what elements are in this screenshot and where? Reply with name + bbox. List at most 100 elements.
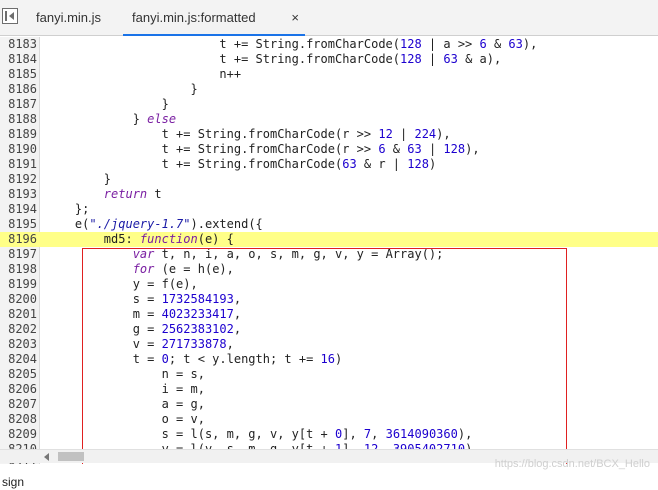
code-token: 63 <box>508 37 523 51</box>
code-token: 128 <box>400 37 422 51</box>
line-code: var t, n, i, a, o, s, m, g, v, y = Array… <box>46 247 444 262</box>
code-line[interactable]: 8188 } else <box>0 112 658 127</box>
line-number[interactable]: 8205 <box>0 367 37 382</box>
code-line[interactable]: 8185 n++ <box>0 67 658 82</box>
code-token: 4023233417 <box>161 307 234 321</box>
code-line[interactable]: 8193 return t <box>0 187 658 202</box>
line-number[interactable]: 8189 <box>0 127 37 142</box>
line-number[interactable]: 8196 <box>0 232 37 247</box>
code-token: } <box>46 172 112 186</box>
code-line[interactable]: 8200 s = 1732584193, <box>0 292 658 307</box>
line-code: } <box>46 97 169 112</box>
code-token: i = m, <box>46 382 205 396</box>
tab-fanyi-min-js[interactable]: fanyi.min.js <box>36 0 101 36</box>
tab-fanyi-min-js-formatted[interactable]: fanyi.min.js:formatted × <box>123 0 305 36</box>
code-line[interactable]: 8189 t += String.fromCharCode(r >> 12 | … <box>0 127 658 142</box>
code-token: t += String.fromCharCode( <box>46 157 343 171</box>
code-line[interactable]: 8209 s = l(s, m, g, v, y[t + 0], 7, 3614… <box>0 427 658 442</box>
code-line[interactable]: 8198 for (e = h(e), <box>0 262 658 277</box>
code-line[interactable]: 8197 var t, n, i, a, o, s, m, g, v, y = … <box>0 247 658 262</box>
code-token: ), <box>522 37 538 51</box>
line-number[interactable]: 8191 <box>0 157 37 172</box>
code-token: & a), <box>457 52 502 66</box>
line-number[interactable]: 8199 <box>0 277 37 292</box>
code-token: 16 <box>320 352 335 366</box>
code-token: | <box>392 127 415 141</box>
code-line[interactable]: 8183 t += String.fromCharCode(128 | a >>… <box>0 37 658 52</box>
scrollbar-thumb[interactable] <box>58 452 84 461</box>
line-number[interactable]: 8188 <box>0 112 37 127</box>
code-token: v = <box>46 337 162 351</box>
line-code: v = 271733878, <box>46 337 234 352</box>
line-number[interactable]: 8202 <box>0 322 37 337</box>
code-line[interactable]: 8195 e("./jquery-1.7").extend({ <box>0 217 658 232</box>
code-line[interactable]: 8207 a = g, <box>0 397 658 412</box>
status-text: sign <box>2 475 25 489</box>
code-line[interactable]: 8206 i = m, <box>0 382 658 397</box>
code-token: & r | <box>356 157 408 171</box>
code-token: 3614090360 <box>385 427 458 441</box>
line-number[interactable]: 8208 <box>0 412 37 427</box>
code-token: } <box>46 97 169 111</box>
line-code: for (e = h(e), <box>46 262 234 277</box>
line-number[interactable]: 8195 <box>0 217 37 232</box>
code-line-highlighted[interactable]: 8196 md5: function(e) { <box>0 232 658 247</box>
code-line[interactable]: 8194 }; <box>0 202 658 217</box>
code-token: 271733878 <box>161 337 227 351</box>
tab-label: fanyi.min.js <box>36 10 102 25</box>
line-number[interactable]: 8203 <box>0 337 37 352</box>
code-line[interactable]: 8191 t += String.fromCharCode(63 & r | 1… <box>0 157 658 172</box>
line-number[interactable]: 8183 <box>0 37 37 52</box>
line-code: g = 2562383102, <box>46 322 241 337</box>
line-number[interactable]: 8190 <box>0 142 37 157</box>
code-line[interactable]: 8199 y = f(e), <box>0 277 658 292</box>
scroll-left-icon[interactable] <box>44 453 49 461</box>
line-number[interactable]: 8184 <box>0 52 37 67</box>
code-token: n = s, <box>46 367 205 381</box>
line-code: s = 1732584193, <box>46 292 241 307</box>
code-token: "./jquery-1.7" <box>89 217 191 231</box>
code-line[interactable]: 8208 o = v, <box>0 412 658 427</box>
code-line[interactable]: 8187 } <box>0 97 658 112</box>
close-tab-icon[interactable]: × <box>291 0 299 36</box>
code-token: | <box>421 142 444 156</box>
line-number[interactable]: 8204 <box>0 352 37 367</box>
code-line[interactable]: 8203 v = 271733878, <box>0 337 658 352</box>
line-code: a = g, <box>46 397 205 412</box>
code-token: ; t < y.length; t += <box>168 352 321 366</box>
line-number[interactable]: 8193 <box>0 187 37 202</box>
code-line[interactable]: 8201 m = 4023233417, <box>0 307 658 322</box>
toggle-navigator-icon[interactable] <box>2 8 18 24</box>
code-line[interactable]: 8186 } <box>0 82 658 97</box>
code-token: o = v, <box>46 412 205 426</box>
code-token: g = <box>46 322 162 336</box>
line-number[interactable]: 8192 <box>0 172 37 187</box>
line-number[interactable]: 8185 <box>0 67 37 82</box>
code-token: } <box>46 112 148 126</box>
code-line[interactable]: 8192 } <box>0 172 658 187</box>
code-editor[interactable]: 8183 t += String.fromCharCode(128 | a >>… <box>0 37 658 464</box>
code-token: 128 <box>407 157 429 171</box>
line-number[interactable]: 8197 <box>0 247 37 262</box>
line-number[interactable]: 8209 <box>0 427 37 442</box>
code-token: (e) { <box>197 232 234 246</box>
code-line[interactable]: 8204 t = 0; t < y.length; t += 16) <box>0 352 658 367</box>
line-number[interactable]: 8206 <box>0 382 37 397</box>
code-token: else <box>147 112 177 126</box>
line-number[interactable]: 8200 <box>0 292 37 307</box>
code-token: , <box>233 292 242 306</box>
line-number[interactable]: 8186 <box>0 82 37 97</box>
code-line[interactable]: 8190 t += String.fromCharCode(r >> 6 & 6… <box>0 142 658 157</box>
code-line[interactable]: 8205 n = s, <box>0 367 658 382</box>
line-number[interactable]: 8198 <box>0 262 37 277</box>
line-number[interactable]: 8194 <box>0 202 37 217</box>
line-number[interactable]: 8201 <box>0 307 37 322</box>
code-line[interactable]: 8184 t += String.fromCharCode(128 | 63 &… <box>0 52 658 67</box>
line-number[interactable]: 8187 <box>0 97 37 112</box>
code-token: a = g, <box>46 397 205 411</box>
code-token: 224 <box>414 127 437 141</box>
code-line[interactable]: 8202 g = 2562383102, <box>0 322 658 337</box>
line-number[interactable]: 8207 <box>0 397 37 412</box>
